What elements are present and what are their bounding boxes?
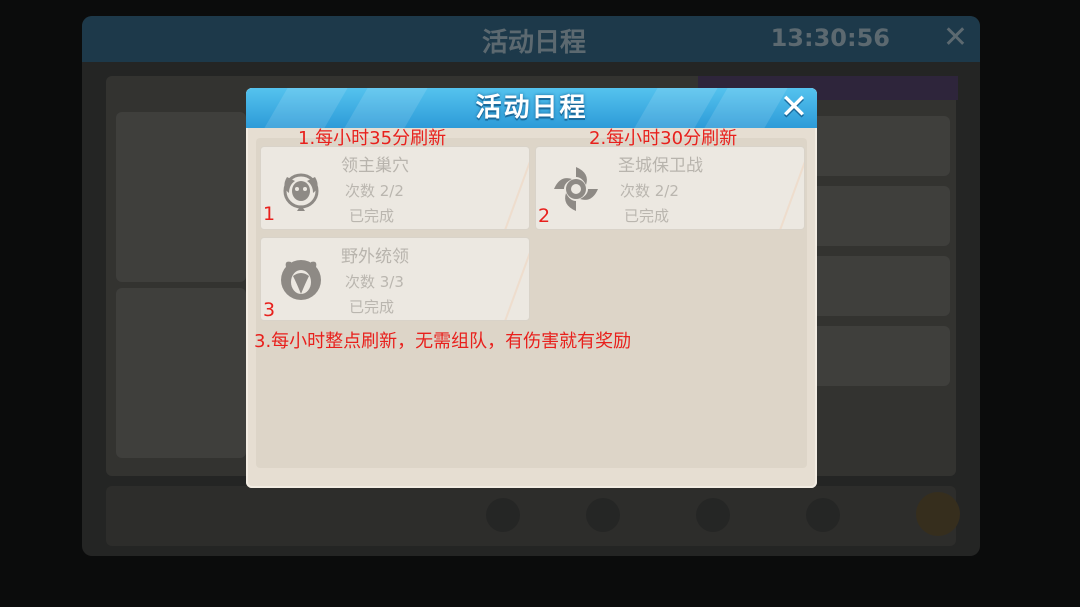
card-decoration xyxy=(746,147,804,229)
activity-count: 次数 3/3 xyxy=(345,273,404,291)
card-decoration xyxy=(471,147,529,229)
close-icon[interactable]: ✕ xyxy=(777,90,811,124)
activity-card-lord-lair[interactable]: 领主巢穴 次数 2/2 已完成 xyxy=(260,146,530,230)
dialog-title: 活动日程 xyxy=(475,93,588,123)
background-card xyxy=(116,288,246,458)
activity-status: 已完成 xyxy=(349,298,395,316)
activity-card-holy-city-defense[interactable]: 圣城保卫战 次数 2/2 已完成 xyxy=(535,146,805,230)
background-title: 活动日程 xyxy=(482,28,587,58)
annotation-number-2: 2 xyxy=(538,205,551,227)
background-bottom-bar xyxy=(106,486,960,546)
activity-list: 领主巢穴 次数 2/2 已完成 圣城保卫战 次数 2/2 已完成 野外统领 次数… xyxy=(256,138,807,468)
annotation-number-3: 3 xyxy=(263,299,276,321)
activity-name: 领主巢穴 xyxy=(341,156,409,176)
annotation-number-1: 1 xyxy=(263,203,276,225)
background-reward-icon xyxy=(806,498,840,532)
background-close-icon: ✕ xyxy=(942,20,968,55)
activity-name: 圣城保卫战 xyxy=(618,156,703,176)
background-chest-icon xyxy=(916,492,960,536)
background-header: 活动日程 13:30:56 ✕ xyxy=(82,16,980,62)
background-reward-icon xyxy=(696,498,730,532)
activity-card-wild-commander[interactable]: 野外统领 次数 3/3 已完成 xyxy=(260,237,530,321)
activity-count: 次数 2/2 xyxy=(620,182,679,200)
annotation-note-3: 3.每小时整点刷新，无需组队，有伤害就有奖励 xyxy=(254,331,632,352)
card-decoration xyxy=(471,238,529,320)
background-timer: 13:30:56 xyxy=(770,24,890,52)
annotation-note-2: 2.每小时30分刷新 xyxy=(589,128,738,149)
background-card xyxy=(802,186,950,246)
background-card xyxy=(116,112,246,282)
wild-beast-icon xyxy=(281,260,321,300)
game-screen: 活动日程 13:30:56 ✕ 活动日程 ✕ 领主巢穴 次数 2/2 已完成 圣… xyxy=(0,0,1080,607)
activity-name: 野外统领 xyxy=(341,247,409,267)
activity-status: 已完成 xyxy=(349,207,395,225)
background-card xyxy=(802,326,950,386)
dialog-header: 活动日程 ✕ xyxy=(246,88,817,128)
activity-count: 次数 2/2 xyxy=(345,182,404,200)
background-card xyxy=(802,256,950,316)
swirl-emblem-icon xyxy=(554,167,598,211)
annotation-note-1: 1.每小时35分刷新 xyxy=(298,128,447,149)
background-reward-icon xyxy=(486,498,520,532)
activity-status: 已完成 xyxy=(624,207,670,225)
background-reward-icon xyxy=(586,498,620,532)
background-card xyxy=(802,116,950,176)
demon-lord-icon xyxy=(283,173,319,211)
